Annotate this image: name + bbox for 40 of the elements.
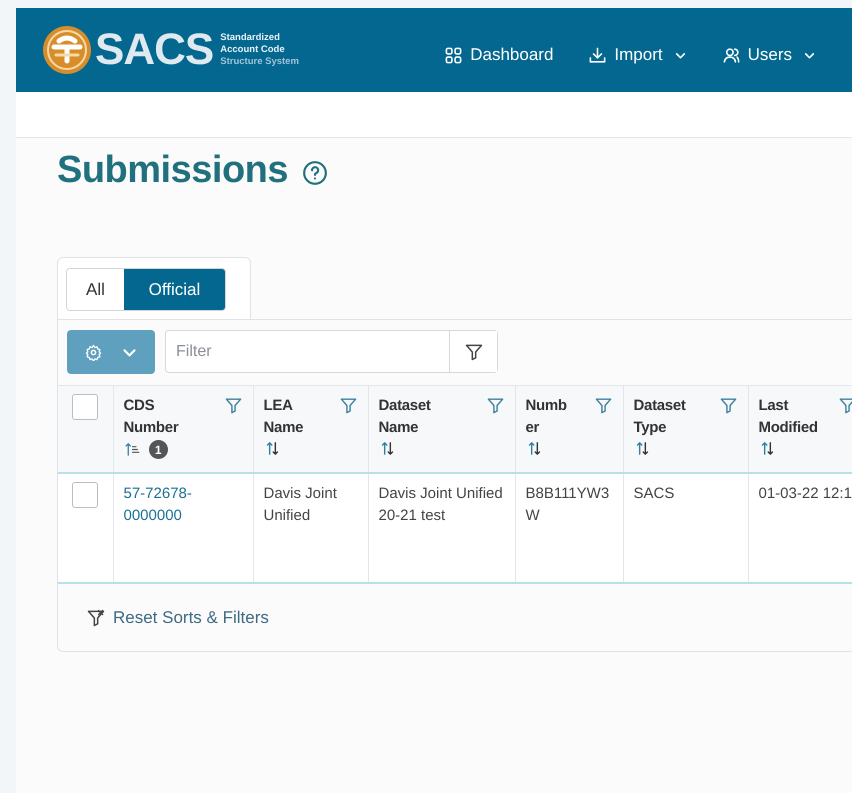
- table-cell-text: SACS: [634, 484, 676, 504]
- users-icon: [722, 46, 741, 64]
- tab[interactable]: Official: [124, 269, 225, 310]
- sort-order-badge: 1: [148, 440, 168, 459]
- column-header: Last Modified: [758, 396, 819, 438]
- table-cell-text: B8B111YW3W: [526, 484, 610, 526]
- download-icon: [588, 46, 608, 64]
- table-cell-text: Davis Joint Unified: [264, 484, 338, 526]
- filter-reset-icon: [86, 608, 106, 628]
- filter-icon: [464, 342, 484, 362]
- logo-tagline: Standardized Account Code Structure System: [220, 32, 300, 68]
- table-cell-text: 01-03-22 12:1: [758, 484, 852, 504]
- column-header: Dataset Type: [634, 396, 687, 438]
- column-header: CDS Number: [124, 396, 180, 438]
- column-header: Number: [526, 396, 568, 438]
- filter-field[interactable]: Filter: [165, 330, 498, 373]
- filter-icon: [486, 396, 504, 415]
- filter-icon: [224, 396, 242, 415]
- checkbox[interactable]: [72, 394, 98, 420]
- table-cell-text: Davis Joint Unified 20-21 test: [378, 484, 504, 526]
- page-title: Submissions: [57, 148, 288, 192]
- filter-input[interactable]: Filter: [166, 331, 449, 372]
- logo-icon: [42, 25, 92, 75]
- checkbox[interactable]: [72, 482, 98, 508]
- column-header: Dataset Name: [378, 396, 432, 438]
- filter-icon: [838, 396, 852, 415]
- grid-icon: [444, 46, 464, 64]
- filter-icon: [718, 396, 738, 415]
- filter-button[interactable]: [449, 331, 497, 372]
- reset-link[interactable]: Reset Sorts & Filters: [86, 608, 269, 628]
- logo-text: SACS: [95, 25, 214, 75]
- nav-link[interactable]: Import: [588, 45, 687, 65]
- filter-icon: [594, 396, 612, 415]
- settings-button[interactable]: [67, 330, 155, 374]
- settings-icon: [84, 344, 102, 360]
- help-icon: [302, 160, 328, 186]
- filter-icon: [338, 396, 358, 415]
- nav-link[interactable]: Dashboard: [444, 45, 554, 65]
- column-header: LEA Name: [264, 396, 304, 438]
- nav-link[interactable]: Users: [722, 45, 816, 65]
